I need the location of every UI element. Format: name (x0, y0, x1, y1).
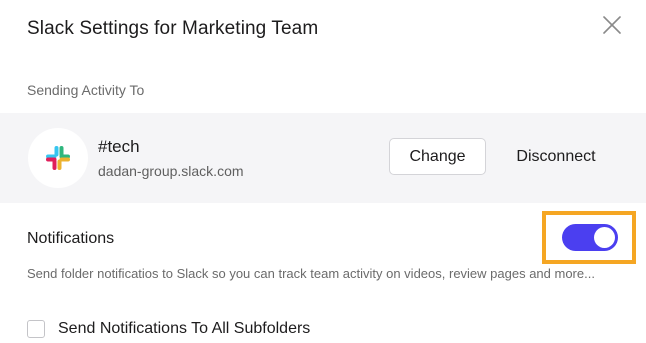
workspace-domain: dadan-group.slack.com (98, 163, 244, 179)
slack-avatar (28, 128, 88, 188)
notifications-title: Notifications (27, 230, 115, 247)
notifications-toggle[interactable] (562, 224, 618, 251)
dialog-title: Slack Settings for Marketing Team (27, 18, 319, 39)
notifications-description: Send folder notificatios to Slack so you… (27, 266, 595, 281)
channel-name: #tech (98, 137, 140, 156)
sending-activity-label: Sending Activity To (27, 82, 145, 98)
subfolders-label: Send Notifications To All Subfolders (58, 320, 311, 337)
subfolders-option[interactable]: Send Notifications To All Subfolders (27, 320, 310, 338)
toggle-knob (594, 227, 615, 248)
slack-settings-dialog: Slack Settings for Marketing Team Sendin… (0, 0, 646, 343)
slack-logo-icon (46, 146, 70, 170)
disconnect-button[interactable]: Disconnect (508, 138, 604, 175)
close-icon (603, 16, 621, 34)
slack-connection-card: #tech dadan-group.slack.com Change Disco… (0, 113, 646, 203)
change-button[interactable]: Change (389, 138, 486, 175)
subfolders-checkbox[interactable] (27, 320, 45, 338)
close-button[interactable] (598, 11, 626, 39)
